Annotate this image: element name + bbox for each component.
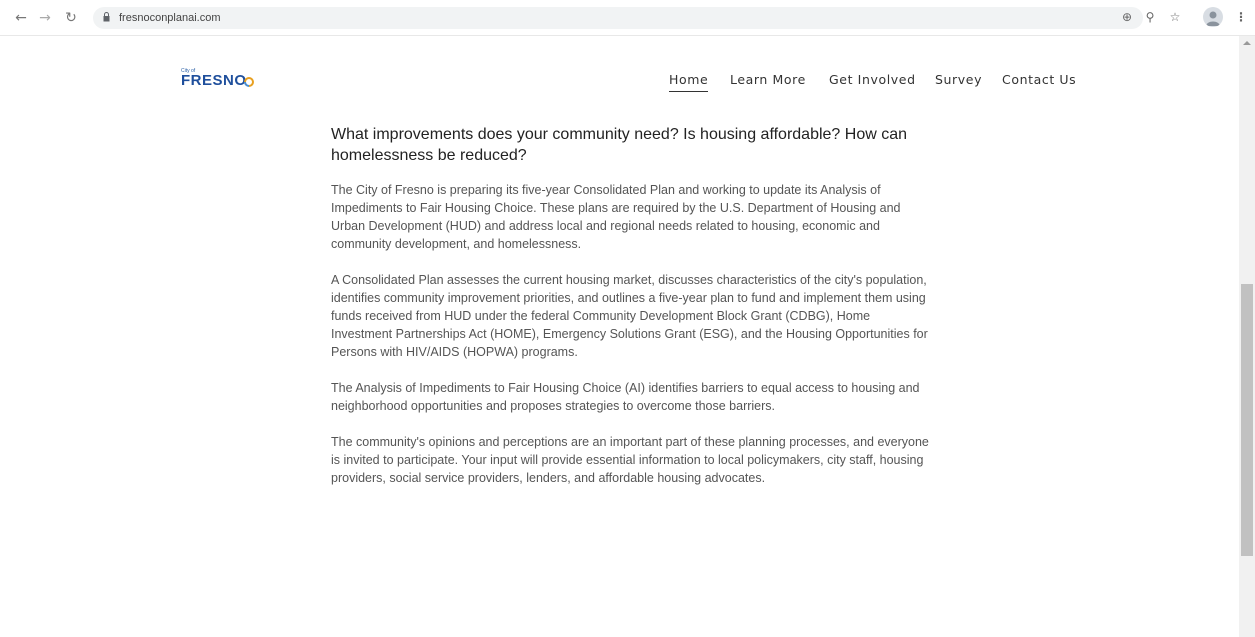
scroll-up-icon[interactable] — [1243, 41, 1251, 45]
nav-home[interactable]: Home — [669, 72, 708, 88]
reload-icon[interactable]: ↻ — [62, 9, 80, 27]
paragraph-analysis-of-impediments: The Analysis of Impediments to Fair Hous… — [331, 381, 920, 413]
lock-icon — [103, 12, 110, 22]
page-headline: What improvements does your community ne… — [331, 126, 908, 164]
star-icon[interactable]: ☆ — [1166, 8, 1184, 26]
back-icon[interactable]: ← — [12, 9, 30, 27]
logo-main-text: FRESNO — [181, 72, 247, 89]
zoom-icon[interactable]: ⚲ — [1141, 8, 1159, 26]
avatar-icon[interactable] — [1203, 7, 1223, 27]
fresno-logo[interactable]: City of FRESNO — [181, 68, 261, 90]
paragraph-consolidated-plan-details: A Consolidated Plan assesses the current… — [331, 273, 928, 359]
forward-icon[interactable]: → — [36, 9, 54, 27]
paragraph-consolidated-plan-intro: The City of Fresno is preparing its five… — [331, 183, 901, 251]
paragraph-community-input: The community's opinions and perceptions… — [331, 435, 929, 485]
web-page: City of FRESNO Home Learn More Get Invol… — [0, 36, 1239, 637]
address-bar[interactable]: fresnoconplanai.com — [93, 7, 1143, 29]
main-content: What improvements does your community ne… — [331, 124, 931, 505]
nav-learn-more[interactable]: Learn More — [730, 72, 806, 88]
nav-home-underline — [669, 91, 708, 92]
browser-toolbar: ← → ↻ fresnoconplanai.com ⊕ ⚲ ☆ ⋮ — [0, 0, 1255, 36]
scroll-thumb[interactable] — [1241, 284, 1253, 556]
nav-survey[interactable]: Survey — [935, 72, 982, 88]
page-scrollbar[interactable] — [1239, 36, 1255, 637]
nav-get-involved[interactable]: Get Involved — [829, 72, 916, 88]
nav-contact-us[interactable]: Contact Us — [1002, 72, 1076, 88]
url-text: fresnoconplanai.com — [119, 12, 221, 24]
logo-swirl-icon — [244, 77, 254, 87]
add-icon[interactable]: ⊕ — [1118, 8, 1136, 26]
menu-icon[interactable]: ⋮ — [1232, 8, 1250, 26]
